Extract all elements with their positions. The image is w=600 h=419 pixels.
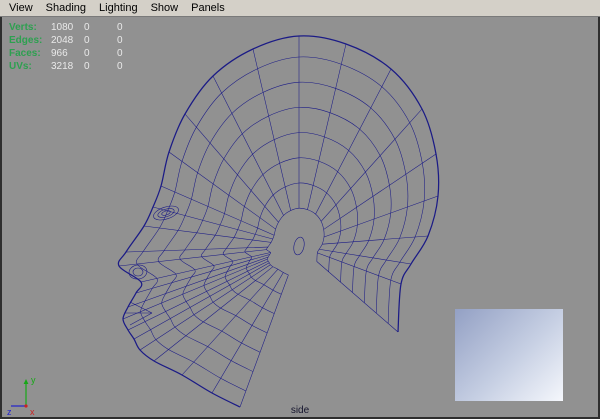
hud-stat-value: 0 bbox=[117, 48, 123, 59]
menu-shading[interactable]: Shading bbox=[40, 0, 93, 16]
wireframe-edge bbox=[143, 225, 272, 243]
x-axis-label: x bbox=[30, 407, 35, 416]
wireframe-edge bbox=[127, 260, 269, 331]
axis-gizmo: y z x bbox=[7, 375, 36, 416]
hud-row-faces: Faces: 966 0 0 bbox=[9, 47, 150, 60]
wireframe-detail-loop bbox=[132, 267, 144, 277]
hud-stat-label: Faces: bbox=[9, 48, 41, 59]
wireframe-edge bbox=[212, 75, 284, 216]
hud-stat-value: 966 bbox=[51, 48, 68, 59]
z-axis-label: z bbox=[7, 407, 12, 416]
wireframe-edge bbox=[319, 248, 412, 265]
wireframe-edge bbox=[160, 185, 275, 236]
hud-stat-value: 0 bbox=[84, 48, 90, 59]
wireframe-detail-loop bbox=[161, 210, 171, 216]
hud-stat-value: 0 bbox=[117, 35, 123, 46]
camera-name-label: side bbox=[290, 405, 310, 416]
menu-panels[interactable]: Panels bbox=[185, 0, 232, 16]
wireframe-edge bbox=[252, 48, 291, 211]
hud-stat-label: UVs: bbox=[9, 61, 32, 72]
hud-row-verts: Verts: 1080 0 0 bbox=[9, 21, 150, 34]
wireframe-edge bbox=[320, 108, 423, 222]
head-wireframe-mesh[interactable] bbox=[2, 17, 598, 417]
hud-row-uvs: UVs: 3218 0 0 bbox=[9, 60, 150, 73]
hud-stat-label: Verts: bbox=[9, 22, 37, 33]
wireframe-edge bbox=[211, 272, 284, 394]
wireframe-edge bbox=[323, 153, 437, 230]
wireframe-edge bbox=[168, 151, 276, 230]
hud-stat-value: 0 bbox=[84, 35, 90, 46]
x-axis-dot bbox=[24, 404, 28, 408]
wireframe-edge bbox=[315, 68, 392, 215]
wireframe-edge bbox=[122, 258, 268, 320]
wireframe-edge bbox=[239, 274, 289, 408]
wireframe-edge bbox=[127, 256, 269, 308]
wireframe-edge bbox=[317, 252, 402, 285]
wireframe-detail-loop bbox=[128, 264, 148, 280]
menu-view[interactable]: View bbox=[3, 0, 40, 16]
viewport-side[interactable]: Verts: 1080 0 0 Edges: 2048 0 0 Faces: 966 0 0 UVs: 3… bbox=[2, 17, 598, 417]
hud-stat-label: Edges: bbox=[9, 35, 43, 46]
hud-row-edges: Edges: 2048 0 0 bbox=[9, 34, 150, 47]
hud-stat-value: 1080 bbox=[51, 22, 74, 33]
wireframe-edge bbox=[316, 261, 399, 333]
poly-count-hud: Verts: 1080 0 0 Edges: 2048 0 0 Faces: 966 0 0 UVs: 3… bbox=[9, 21, 150, 73]
wireframe-edge bbox=[323, 195, 439, 238]
wireframe-edge bbox=[152, 206, 273, 240]
hud-stat-value: 0 bbox=[117, 61, 123, 72]
y-axis-arrowhead bbox=[23, 379, 29, 384]
wireframe-edge bbox=[125, 246, 268, 253]
panel-menubar: View Shading Lighting Show Panels bbox=[0, 0, 600, 17]
wireframe-edge bbox=[307, 43, 347, 210]
y-axis-label: y bbox=[31, 375, 36, 385]
menu-lighting[interactable]: Lighting bbox=[93, 0, 145, 16]
hud-stat-value: 0 bbox=[84, 61, 90, 72]
hud-stat-value: 0 bbox=[84, 22, 90, 33]
hud-stat-value: 2048 bbox=[51, 35, 74, 46]
wireframe-detail-loop bbox=[293, 236, 305, 256]
menu-show[interactable]: Show bbox=[145, 0, 186, 16]
hud-stat-value: 0 bbox=[117, 22, 123, 33]
wireframe-edge bbox=[153, 266, 274, 362]
hud-stat-value: 3218 bbox=[51, 61, 74, 72]
maya-panel-window: View Shading Lighting Show Panels Verts: 1080… bbox=[0, 0, 600, 419]
wireframe-edge bbox=[118, 249, 267, 267]
